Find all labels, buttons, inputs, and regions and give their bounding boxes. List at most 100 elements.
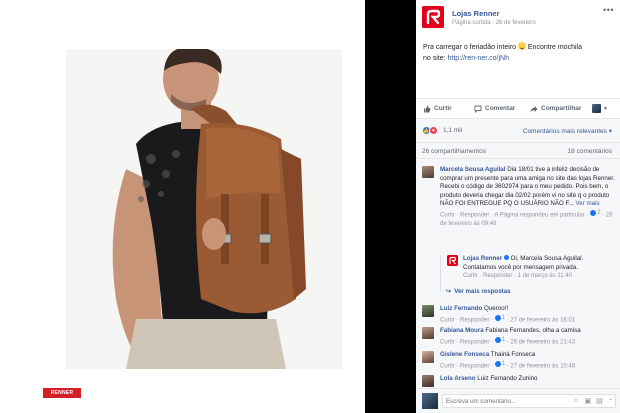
like-reaction-icon [494, 360, 501, 367]
sticker-icon[interactable]: ◔ [608, 397, 612, 405]
product-photo[interactable] [66, 49, 342, 369]
emoji-icon[interactable]: ☺ [572, 397, 579, 405]
commenter-avatar[interactable] [422, 305, 434, 317]
comment-body: Fabiana Moura Fabiana Fernandes, olha a … [440, 327, 618, 346]
post-panel: Lojas Renner Página curtida · 26 de feve… [416, 0, 620, 413]
comment-text: Fabiana Fernandes, olha a camisa [485, 327, 581, 334]
like-button[interactable]: Curtir [423, 105, 452, 113]
comment-likes-count: 1 [501, 360, 506, 367]
renner-logo-icon [447, 255, 458, 266]
comment-author[interactable]: Marcela Sousa Aguilal [440, 166, 505, 173]
post-header: Lojas Renner Página curtida · 26 de feve… [416, 0, 620, 36]
post-text-line1-after: Encontre mochila [525, 44, 582, 51]
page-reply-avatar[interactable] [447, 255, 458, 266]
comment-likes[interactable]: 1 [494, 314, 506, 323]
more-replies-label: Ver mais respostas [454, 288, 511, 295]
comment-body: Marcela Sousa Aguilal Dia 18/01 tive a i… [440, 166, 618, 228]
comment-author[interactable]: Lola Arseno [440, 375, 476, 382]
share-button[interactable]: Compartilhar [530, 105, 581, 113]
commenter-avatar[interactable] [422, 166, 434, 178]
photo-viewer: RENNER [0, 0, 416, 413]
verified-badge-icon [503, 255, 509, 260]
write-comment-row: ☺ ▣ ▤ ◔ [416, 388, 620, 413]
post-text-line1: Pra carregar o feriadão inteiro [423, 44, 518, 51]
page-name[interactable]: Lojas Renner [452, 9, 500, 18]
shares-count[interactable]: 26 compartilhamentos [422, 148, 486, 155]
comment-author[interactable]: Fabiana Moura [440, 327, 484, 334]
comment-action-links[interactable]: Curtir · Responder · A Página respondeu … [440, 212, 590, 218]
commenter-avatar[interactable] [422, 327, 434, 339]
comment-time[interactable]: · 27 de fevereiro às 16:01 [507, 317, 575, 323]
renner-logo-icon [422, 6, 444, 28]
comment-icon [474, 105, 482, 113]
comment-likes[interactable]: 2 [590, 209, 600, 218]
action-bar: Curtir Comentar Compartilhar ▼ [416, 98, 620, 118]
reply-actions[interactable]: Curtir · Responder · 1 de março às 11:40 [463, 272, 615, 281]
comment-likes[interactable]: 1 [494, 336, 506, 345]
reply-arrow-icon: ↪ [446, 288, 452, 295]
like-reaction-icon [494, 314, 501, 321]
backpack-model-image [66, 49, 342, 369]
share-icon [530, 105, 538, 112]
viewer-avatar [592, 104, 601, 113]
page-logo[interactable] [422, 6, 444, 28]
smiley-emoji-icon [517, 42, 526, 50]
comment-button[interactable]: Comentar [474, 105, 515, 113]
comment-body: Gislene Fonseca Thainá Fonseca Curtir · … [440, 351, 618, 370]
post-date[interactable]: 26 de fevereiro [496, 20, 536, 26]
gif-icon[interactable]: ▤ [596, 397, 603, 405]
see-more-link[interactable]: Ver mais [575, 200, 599, 207]
reply-body: Lojas Renner Oi, Marcela Sousa Aguilal. … [463, 255, 615, 281]
reply-author[interactable]: Lojas Renner [463, 255, 502, 262]
comment-actions: Curtir · Responder · 1 · 26 de fevereiro… [440, 336, 618, 347]
comment-action-links[interactable]: Curtir · Responder · [440, 339, 495, 345]
commenter-avatar[interactable] [422, 375, 434, 387]
comments-count[interactable]: 18 comentários [568, 148, 612, 155]
ellipsis-icon[interactable]: ••• [603, 5, 614, 15]
photo-panel: RENNER [0, 0, 365, 413]
reactions-row: 👍 ♥ 1,1 mil Comentários mais relevantes … [416, 118, 620, 142]
comment-likes-count: 2 [597, 209, 601, 216]
reaction-icons[interactable]: 👍 ♥ [422, 126, 438, 135]
viewer-avatar [422, 393, 438, 409]
comment-body: Lola Arseno Luiz Fernando Zunino [440, 375, 618, 384]
post-meta: Página curtida · 26 de fevereiro [452, 20, 536, 26]
comment-likes-count: 1 [501, 336, 506, 343]
more-replies-link[interactable]: ↪ Ver mais respostas [446, 288, 511, 295]
comment-text: Luiz Fernando Zunino [477, 375, 538, 382]
reaction-count[interactable]: 1,1 mil [443, 127, 462, 134]
comment-text: Queroo!! [484, 305, 509, 312]
renner-watermark: RENNER [43, 388, 81, 398]
comment-time[interactable]: · 27 de fevereiro às 10:48 [507, 363, 575, 369]
comment-actions: Curtir · Responder · 1 · 27 de fevereiro… [440, 360, 618, 371]
post-as-selector[interactable]: ▼ [592, 104, 608, 113]
comment-sort-dropdown[interactable]: Comentários mais relevantes ▾ [523, 127, 612, 135]
post-text-line2: no site: [423, 55, 448, 62]
reply-thread: Lojas Renner Oi, Marcela Sousa Aguilal. … [440, 255, 616, 291]
liked-label: Página curtida [452, 20, 491, 26]
comment-author[interactable]: Gislene Fonseca [440, 351, 489, 358]
comment-label: Comentar [485, 105, 516, 112]
share-label: Compartilhar [541, 105, 582, 112]
comments-section: Marcela Sousa Aguilal Dia 18/01 tive a i… [416, 158, 620, 388]
shares-row: 26 compartilhamentos 18 comentários [416, 142, 620, 158]
comment-actions: Curtir · Responder · A Página respondeu … [440, 209, 618, 228]
post-link[interactable]: http://ren-ner.co/jNh [448, 55, 509, 62]
comment-text: Thainá Fonseca [490, 351, 536, 358]
comment-action-links[interactable]: Curtir · Responder · [440, 317, 495, 323]
post-text: Pra carregar o feriadão inteiro Encontre… [423, 42, 615, 64]
comment-actions: Curtir · Responder · 1 · 27 de fevereiro… [440, 314, 618, 325]
like-reaction-icon [494, 336, 501, 343]
like-reaction-icon [590, 210, 597, 217]
chevron-down-icon: ▼ [603, 105, 608, 112]
commenter-avatar[interactable] [422, 351, 434, 363]
camera-icon[interactable]: ▣ [585, 397, 592, 405]
comment-time[interactable]: · 26 de fevereiro às 21:43 [507, 339, 575, 345]
comment-action-links[interactable]: Curtir · Responder · [440, 363, 495, 369]
comment-likes[interactable]: 1 [494, 360, 506, 369]
comment-likes-count: 1 [501, 314, 506, 321]
comment-author[interactable]: Luiz Fernando [440, 305, 482, 312]
comment-input-tools: ☺ ▣ ▤ ◔ [572, 397, 612, 405]
like-label: Curtir [434, 105, 452, 112]
thumbs-up-icon [424, 105, 431, 112]
